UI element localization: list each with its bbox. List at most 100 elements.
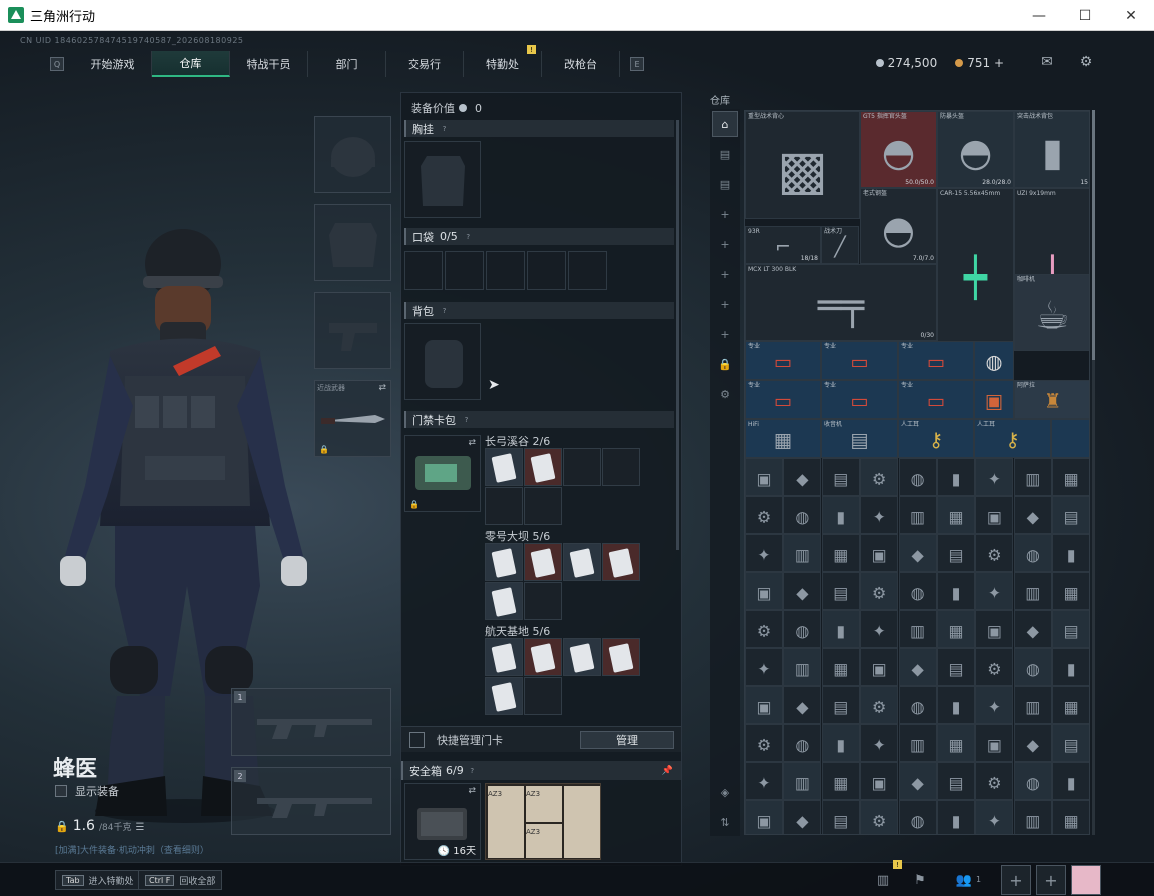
warehouse-item[interactable]: 人工耳 ⚷ (898, 419, 974, 458)
warehouse-item[interactable]: ▤ (937, 648, 975, 686)
keycard-slot[interactable] (563, 448, 601, 486)
warehouse-item[interactable]: ▮ (821, 496, 860, 534)
help-icon[interactable]: ? (462, 415, 471, 424)
close-button[interactable]: ✕ (1108, 0, 1154, 31)
warehouse-item[interactable]: ▣ (975, 724, 1014, 762)
warehouse-item[interactable]: 阿萨拉 ♜ (1014, 380, 1089, 419)
map-document-item[interactable] (564, 786, 600, 858)
warehouse-item[interactable]: ◆ (1013, 724, 1052, 762)
keycard-slot[interactable] (524, 677, 562, 715)
warehouse-item[interactable]: ◆ (1013, 496, 1052, 534)
keycard-slot[interactable] (563, 638, 601, 676)
keycard-slot[interactable] (602, 448, 640, 486)
swap-icon[interactable]: ⇄ (468, 438, 476, 448)
warehouse-item[interactable]: ⚙ (860, 572, 899, 610)
warehouse-item[interactable]: ▥ (1013, 686, 1052, 724)
sort-icon[interactable]: ⇅ (712, 809, 738, 835)
warehouse-item[interactable]: ◍ (898, 572, 937, 610)
help-icon[interactable]: ? (468, 766, 477, 775)
show-equipment-toggle[interactable]: 显示装备 (55, 783, 119, 799)
help-icon[interactable]: ? (440, 124, 449, 133)
warehouse-item[interactable]: ✦ (860, 610, 899, 648)
tab-gunsmith[interactable]: 改枪台 (542, 51, 620, 77)
keycard-slot[interactable] (485, 638, 523, 676)
warehouse-item[interactable]: ▥ (1013, 800, 1052, 834)
warehouse-item[interactable]: ▥ (783, 534, 822, 572)
warehouse-item[interactable]: ▦ (1052, 800, 1089, 834)
keycard-slot[interactable] (524, 487, 562, 525)
warehouse-main-tab[interactable]: ⌂ (712, 111, 738, 137)
warehouse-item[interactable]: ◆ (783, 458, 822, 496)
settings-gear-icon[interactable]: ⚙ (1077, 53, 1095, 71)
keycard-slot[interactable] (485, 487, 523, 525)
warehouse-item[interactable]: ▤ (1052, 496, 1089, 534)
player-avatar[interactable] (1071, 865, 1101, 895)
warehouse-item[interactable]: ▤ (821, 458, 860, 496)
warehouse-item[interactable]: ▥ (783, 762, 822, 800)
warehouse-item[interactable]: ▮ (937, 686, 975, 724)
warehouse-item[interactable]: ▮ (937, 800, 975, 834)
pistol-slot[interactable] (314, 292, 391, 369)
add-tab-icon[interactable]: + (712, 201, 738, 227)
keycard-slot[interactable] (602, 543, 640, 581)
warehouse-item[interactable]: ◆ (1013, 610, 1052, 648)
tab-trading[interactable]: 交易行 (386, 51, 464, 77)
keycard-case-slot[interactable]: ⇄ 🔒 (404, 435, 481, 512)
armor-slot[interactable] (314, 204, 391, 281)
stats-chart-icon[interactable]: ▥ (871, 868, 895, 892)
warehouse-item[interactable]: ▦ (821, 762, 860, 800)
warehouse-item[interactable]: ◆ (898, 648, 937, 686)
warehouse-item[interactable]: ▮ (1052, 762, 1089, 800)
warehouse-item[interactable]: ▦ (1052, 686, 1089, 724)
warehouse-item[interactable]: ▦ (821, 534, 860, 572)
warehouse-item[interactable]: ▥ (1013, 572, 1052, 610)
primary-weapon-slot-2[interactable]: 2 (231, 767, 391, 835)
warehouse-item[interactable]: ▣ (975, 496, 1014, 534)
warehouse-item[interactable]: ✦ (975, 458, 1014, 496)
warehouse-item[interactable]: 专业 ▭ (821, 380, 898, 419)
warehouse-item[interactable]: 老式钢盔 ◓ 7.0/7.0 (860, 188, 937, 264)
warehouse-item[interactable]: ◍ (1013, 648, 1052, 686)
enter-special-ops-hint[interactable]: Tab 进入特勤处 (55, 870, 141, 890)
warehouse-item[interactable]: ⚙ (975, 762, 1014, 800)
mail-icon[interactable]: ✉ (1038, 53, 1056, 71)
helmet-slot[interactable] (314, 116, 391, 193)
warehouse-item[interactable]: ▮ (937, 458, 975, 496)
pocket-slot[interactable] (404, 251, 443, 290)
flag-icon[interactable]: ⚑ (908, 868, 932, 892)
warehouse-item[interactable]: ▤ (937, 534, 975, 572)
layers-icon[interactable]: ◈ (712, 779, 738, 805)
pin-icon[interactable]: 📌 (662, 766, 673, 776)
warehouse-item[interactable]: ◍ (783, 496, 822, 534)
warehouse-item[interactable]: GT5 指挥官头盔 ◓ 50.0/50.0 (860, 111, 937, 188)
show-equipment-checkbox[interactable] (55, 785, 67, 797)
warehouse-item[interactable]: ▥ (898, 610, 937, 648)
keycard-slot[interactable] (485, 543, 523, 581)
warehouse-item[interactable]: ▤ (937, 762, 975, 800)
add-tab-icon[interactable]: + (712, 291, 738, 317)
pocket-slot[interactable] (568, 251, 607, 290)
nav-next-key[interactable]: E (630, 57, 644, 71)
add-friend-slot[interactable]: + (1001, 865, 1031, 895)
warehouse-item[interactable]: ◆ (898, 762, 937, 800)
warehouse-item[interactable]: ▮ (1052, 534, 1089, 572)
warehouse-item[interactable]: ◆ (783, 800, 822, 834)
weight-note[interactable]: [加满]大件装备·机动冲刺（查看细则） (55, 843, 209, 856)
add-tab-icon[interactable]: + (712, 321, 738, 347)
keycard-slot[interactable] (602, 638, 640, 676)
warehouse-item[interactable]: ▣ (975, 610, 1014, 648)
swap-icon[interactable]: ⇄ (468, 786, 476, 796)
settings-gear-icon[interactable]: ⚙ (712, 381, 738, 407)
tab-start-game[interactable]: 开始游戏 (74, 51, 152, 77)
help-icon[interactable]: ? (440, 306, 449, 315)
gold-currency[interactable]: 751 + (955, 56, 1004, 70)
add-friend-slot[interactable]: + (1036, 865, 1066, 895)
melee-slot[interactable]: 近战武器 ⇄ 🔒 (314, 380, 391, 457)
warehouse-item[interactable]: ▦ (821, 648, 860, 686)
swap-icon[interactable]: ⇄ (378, 383, 386, 393)
warehouse-item[interactable]: HiFi ▦ (745, 419, 821, 458)
warehouse-item[interactable]: ◍ (1013, 534, 1052, 572)
warehouse-item[interactable]: 专业 ▭ (898, 341, 974, 380)
warehouse-item[interactable]: ▣ (860, 534, 899, 572)
warehouse-item[interactable]: ▥ (898, 496, 937, 534)
